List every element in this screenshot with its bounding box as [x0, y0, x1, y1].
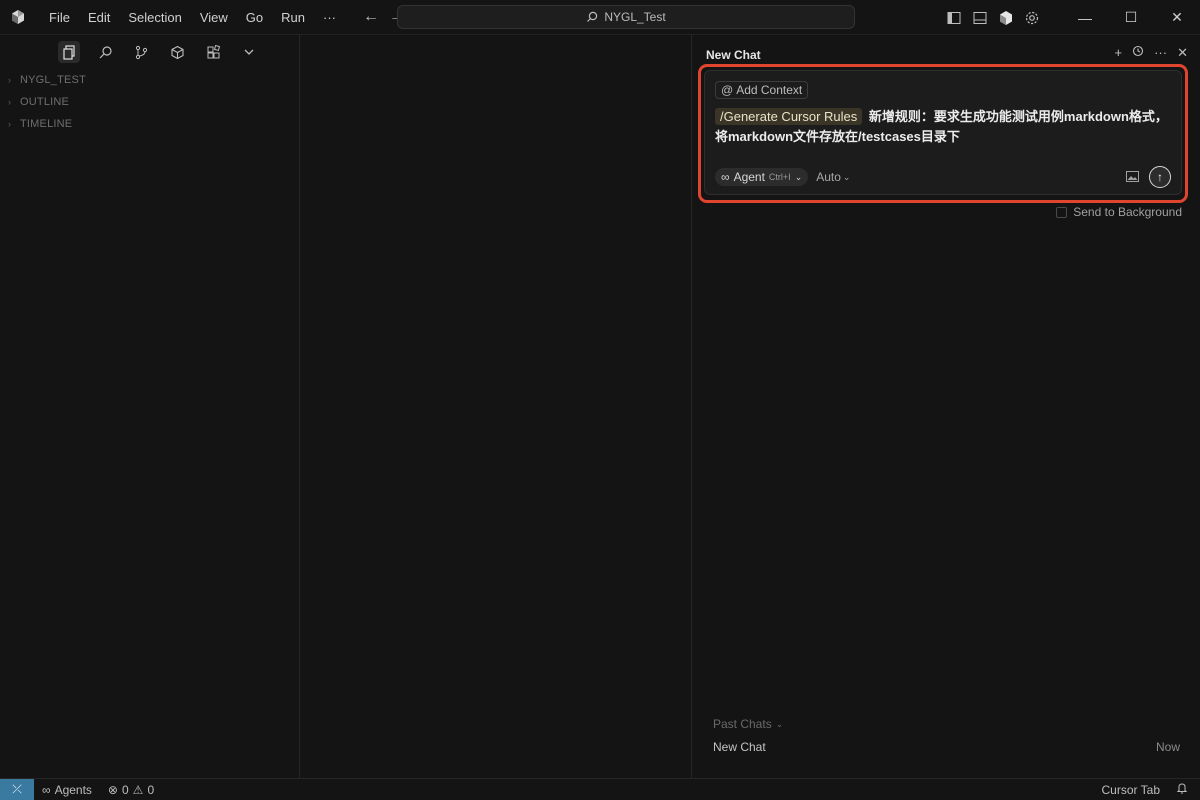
menu-run[interactable]: Run: [272, 0, 314, 35]
menu-more[interactable]: ···: [314, 0, 345, 35]
extensions-grid-icon[interactable]: [202, 41, 224, 63]
error-count: 0: [121, 782, 129, 797]
new-chat-plus-icon[interactable]: +: [1115, 45, 1123, 61]
settings-gear-icon[interactable]: [1024, 10, 1040, 26]
past-chat-name: New Chat: [713, 740, 766, 754]
command-center-search[interactable]: NYGL_Test: [397, 5, 855, 29]
chevron-right-icon: ›: [8, 97, 12, 107]
close-window-icon[interactable]: ✕: [1154, 0, 1200, 35]
more-options-icon[interactable]: ···: [1154, 45, 1167, 61]
menu-bar: File Edit Selection View Go Run ···: [40, 0, 345, 35]
past-chats-toggle[interactable]: Past Chats ⌄: [713, 717, 783, 731]
title-bar: File Edit Selection View Go Run ··· ← → …: [0, 0, 1200, 35]
chat-compose-box[interactable]: @ Add Context /Generate Cursor Rules 新增规…: [704, 70, 1182, 195]
past-chats-label: Past Chats: [713, 717, 772, 731]
minimize-window-icon[interactable]: —: [1062, 0, 1108, 35]
send-arrow-icon[interactable]: ↑: [1149, 166, 1171, 188]
chevron-right-icon: ›: [8, 75, 12, 85]
remote-connection-icon[interactable]: ⤫: [0, 778, 34, 800]
editor-area[interactable]: [300, 35, 692, 778]
explorer-files-icon[interactable]: [58, 41, 80, 63]
notifications-bell-icon[interactable]: [1176, 782, 1188, 797]
chat-message-input[interactable]: /Generate Cursor Rules 新增规则：要求生成功能测试用例ma…: [715, 107, 1175, 147]
agents-status[interactable]: ∞ Agents: [42, 783, 92, 797]
source-control-icon[interactable]: [130, 41, 152, 63]
history-icon[interactable]: [1132, 45, 1144, 61]
cursor-tab-status[interactable]: Cursor Tab: [1102, 783, 1160, 797]
more-views-chevron-icon[interactable]: [238, 41, 260, 63]
error-circle-icon: ⊗: [107, 782, 118, 797]
maximize-window-icon[interactable]: ☐: [1108, 0, 1154, 35]
menu-go[interactable]: Go: [237, 0, 272, 35]
search-icon: [587, 11, 598, 22]
slash-command-chip[interactable]: /Generate Cursor Rules: [715, 108, 863, 125]
agent-label: Agent: [733, 170, 765, 184]
section-label: OUTLINE: [20, 96, 70, 108]
send-to-background-option[interactable]: Send to Background: [1056, 205, 1182, 219]
infinity-icon: ∞: [42, 782, 51, 797]
image-attach-icon[interactable]: [1126, 170, 1139, 185]
problems-status[interactable]: ⊗ 0 ⚠ 0: [108, 783, 154, 797]
menu-edit[interactable]: Edit: [79, 0, 119, 35]
status-bar: ⤫ ∞ Agents ⊗ 0 ⚠ 0 Cursor Tab: [0, 778, 1200, 800]
section-label: NYGL_TEST: [20, 74, 86, 86]
toggle-sidebar-icon[interactable]: [946, 10, 962, 26]
add-context-label: Add Context: [736, 83, 803, 97]
cursor-cube-icon[interactable]: [998, 10, 1014, 26]
search-icon[interactable]: [94, 41, 116, 63]
past-chat-item[interactable]: New Chat Now: [713, 739, 1180, 755]
menu-selection[interactable]: Selection: [119, 0, 190, 35]
toggle-panel-icon[interactable]: [972, 10, 988, 26]
model-selector[interactable]: Auto ⌄: [816, 170, 850, 184]
section-label: TIMELINE: [20, 118, 73, 130]
cursor-logo-icon[interactable]: [10, 9, 26, 25]
chevron-down-icon: ⌄: [842, 171, 851, 182]
warning-triangle-icon: ⚠: [132, 782, 144, 797]
sidebar: › NYGL_TEST › OUTLINE › TIMELINE: [0, 35, 300, 778]
add-context-button[interactable]: @ Add Context: [715, 81, 809, 99]
workspace-name: NYGL_Test: [604, 10, 666, 24]
menu-view[interactable]: View: [191, 0, 237, 35]
chevron-down-icon: ⌄: [775, 718, 784, 729]
agents-label: Agents: [54, 782, 92, 797]
warning-count: 0: [147, 782, 155, 797]
chat-panel: New Chat + ··· ✕ @ Add Context /Generate…: [692, 35, 1200, 778]
send-to-background-checkbox[interactable]: [1056, 206, 1068, 218]
section-nygl-test[interactable]: › NYGL_TEST: [0, 69, 299, 91]
extensions-cube-icon[interactable]: [166, 41, 188, 63]
section-outline[interactable]: › OUTLINE: [0, 91, 299, 113]
menu-file[interactable]: File: [40, 0, 79, 35]
back-arrow-icon[interactable]: ←: [363, 8, 379, 26]
model-label: Auto: [816, 170, 841, 184]
send-to-background-label: Send to Background: [1073, 205, 1182, 219]
chevron-right-icon: ›: [8, 119, 12, 129]
chevron-down-icon: ⌄: [794, 171, 803, 182]
agent-shortcut: Ctrl+I: [768, 172, 791, 182]
agent-mode-selector[interactable]: ∞ Agent Ctrl+I ⌄: [715, 168, 809, 186]
past-chat-time: Now: [1155, 740, 1180, 754]
at-sign-icon: @: [721, 83, 734, 97]
sidebar-tab-bar: [0, 35, 299, 69]
section-timeline[interactable]: › TIMELINE: [0, 113, 299, 135]
close-chat-icon[interactable]: ✕: [1177, 45, 1188, 61]
infinity-icon: ∞: [721, 170, 730, 184]
chat-tab-title[interactable]: New Chat: [706, 45, 761, 62]
